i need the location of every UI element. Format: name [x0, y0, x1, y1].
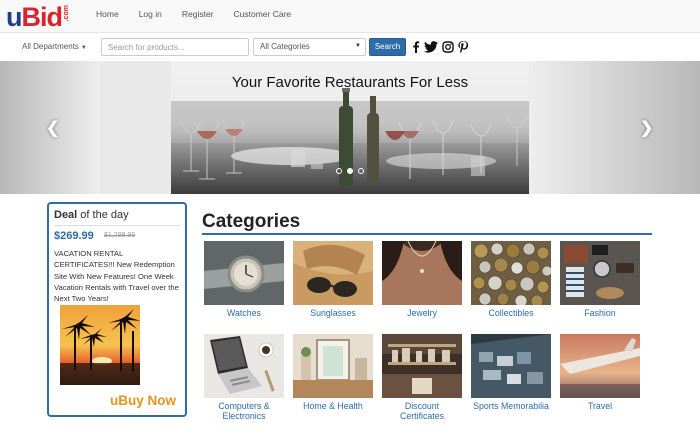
top-navbar: u Bid .com Home Log in Register Customer C…	[0, 0, 700, 33]
category-jewelry[interactable]: Jewelry	[382, 241, 462, 318]
categories-heading: Categories	[202, 211, 301, 232]
hero-slide-image[interactable]: Your Favorite Restaurants For Less	[171, 61, 529, 194]
hero-right-shade	[530, 61, 700, 194]
instagram-icon[interactable]	[442, 41, 454, 53]
social-links	[412, 41, 468, 53]
category-collectibles[interactable]: Collectibles	[471, 241, 551, 318]
category-label[interactable]: Fashion	[560, 308, 640, 318]
airplane-wing-photo	[560, 334, 640, 398]
category-computers-electronics[interactable]: Computers & Electronics	[204, 334, 284, 421]
category-select-value: All Categories	[260, 42, 310, 51]
category-fashion[interactable]: Fashion	[560, 241, 640, 318]
search-button[interactable]: Search	[369, 38, 406, 56]
search-bar: All Departments▼ All Categories ▼ Search	[0, 33, 700, 61]
logo-com: .com	[63, 5, 70, 22]
nav-customer-care-link[interactable]: Customer Care	[234, 9, 292, 19]
fashion-flatlay-photo	[560, 241, 640, 305]
category-label[interactable]: Home & Health	[293, 401, 373, 411]
hero-carousel: Your Favorite Restaurants For Less ❮ ❯	[0, 61, 700, 194]
category-label[interactable]: Discount Certificates	[382, 401, 462, 421]
category-thumb[interactable]	[382, 334, 462, 398]
departments-dropdown[interactable]: All Departments ▼	[22, 42, 87, 51]
category-label[interactable]: Jewelry	[382, 308, 462, 318]
laptop-photo	[204, 334, 284, 398]
hero-title: Your Favorite Restaurants For Less	[231, 74, 469, 91]
category-select[interactable]: All Categories ▼	[253, 38, 366, 56]
deal-old-price: $1,299.99	[104, 232, 136, 239]
coins-photo	[471, 241, 551, 305]
deal-description[interactable]: VACATION RENTAL CERTIFICATES!!! New Rede…	[54, 248, 182, 304]
carousel-dot[interactable]	[336, 168, 342, 174]
deal-price: $269.99	[54, 230, 94, 242]
caret-down-icon: ▼	[80, 45, 87, 51]
memorabilia-case-photo	[471, 334, 551, 398]
category-travel[interactable]: Travel	[560, 334, 640, 411]
deal-of-the-day-box[interactable]: Deal of the day $269.99 $1,299.99 VACATI…	[47, 202, 187, 417]
sunglasses-photo	[293, 241, 373, 305]
deal-heading: Deal of the day	[54, 209, 129, 221]
select-arrow-icon: ▼	[355, 43, 361, 49]
category-label[interactable]: Computers & Electronics	[204, 401, 284, 421]
category-home-health[interactable]: Home & Health	[293, 334, 373, 411]
main-nav: Home Log in Register Customer Care	[96, 9, 311, 19]
category-discount-certificates[interactable]: Discount Certificates	[382, 334, 462, 421]
tropical-sunset-photo	[60, 305, 140, 385]
category-thumb[interactable]	[293, 241, 373, 305]
store-shelves-photo	[382, 334, 462, 398]
category-thumb[interactable]	[293, 334, 373, 398]
carousel-dot[interactable]	[358, 168, 364, 174]
category-thumb[interactable]	[204, 241, 284, 305]
category-thumb[interactable]	[560, 241, 640, 305]
categories-divider	[202, 233, 652, 235]
carousel-dot-active[interactable]	[347, 168, 353, 174]
ubuy-now-button[interactable]: uBuy Now	[110, 393, 176, 408]
departments-label: All Departments	[22, 42, 79, 51]
carousel-next-icon[interactable]: ❯	[640, 118, 653, 138]
logo-bid: Bid	[21, 2, 63, 32]
category-thumb[interactable]	[471, 334, 551, 398]
twitter-icon[interactable]	[424, 41, 438, 53]
carousel-indicators	[336, 168, 364, 174]
ubid-logo[interactable]: u Bid .com	[6, 3, 70, 31]
category-sunglasses[interactable]: Sunglasses	[293, 241, 373, 318]
nav-login-link[interactable]: Log in	[139, 9, 162, 19]
category-thumb[interactable]	[204, 334, 284, 398]
pinterest-icon[interactable]	[458, 41, 468, 53]
jewelry-photo	[382, 241, 462, 305]
category-sports-memorabilia[interactable]: Sports Memorabilia	[471, 334, 551, 411]
facebook-icon[interactable]	[412, 41, 420, 53]
deal-divider	[54, 225, 180, 226]
nav-register-link[interactable]: Register	[182, 9, 214, 19]
logo-u: u	[6, 2, 22, 32]
nav-home-link[interactable]: Home	[96, 9, 119, 19]
category-label[interactable]: Sports Memorabilia	[471, 401, 551, 411]
category-label[interactable]: Travel	[560, 401, 640, 411]
category-label[interactable]: Watches	[204, 308, 284, 318]
search-input[interactable]	[101, 38, 249, 56]
deal-heading-bold: Deal	[54, 209, 78, 221]
category-watches[interactable]: Watches	[204, 241, 284, 318]
category-thumb[interactable]	[471, 241, 551, 305]
carousel-prev-icon[interactable]: ❮	[46, 118, 59, 138]
category-label[interactable]: Sunglasses	[293, 308, 373, 318]
watches-photo	[204, 241, 284, 305]
deal-product-image[interactable]	[60, 305, 140, 385]
category-thumb[interactable]	[382, 241, 462, 305]
category-thumb[interactable]	[560, 334, 640, 398]
home-interior-photo	[293, 334, 373, 398]
deal-heading-rest: of the day	[77, 209, 129, 221]
category-label[interactable]: Collectibles	[471, 308, 551, 318]
